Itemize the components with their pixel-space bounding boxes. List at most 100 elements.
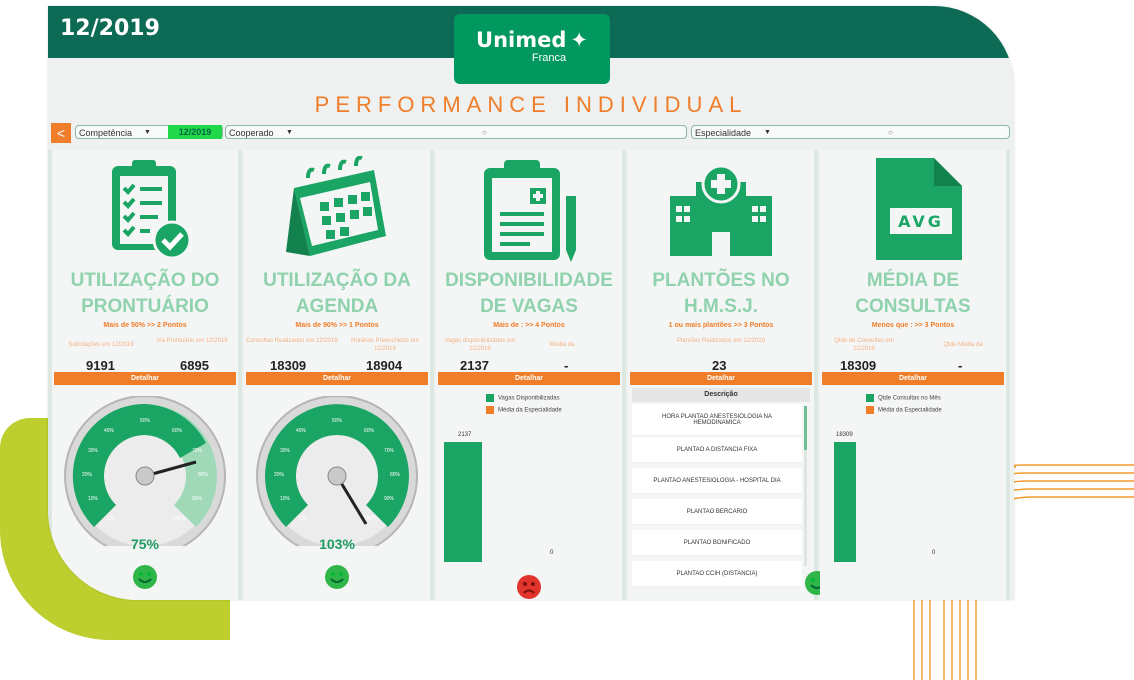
unimed-tree-icon: ✦ — [570, 28, 588, 52]
panel-media-consultas: AVG MÉDIA DE CONSULTAS Menos que : >> 3 P… — [820, 150, 1006, 600]
chevron-down-icon: ▼ — [286, 129, 293, 136]
panel-prontuario: UTILIZAÇÃO DO PRONTUÁRIO Mais de 50% >> 2… — [52, 150, 238, 600]
detail-button[interactable]: Detalhar — [54, 372, 236, 385]
competencia-label: Competência — [79, 128, 133, 138]
panel-separator — [238, 150, 242, 600]
panel-separator — [1006, 150, 1010, 600]
bar-value-label: 0 — [550, 550, 554, 556]
chart-legend-item: Média da Especialidade — [866, 406, 942, 414]
logo-city: Franca — [531, 52, 567, 64]
bar-value-label: 18309 — [836, 432, 853, 438]
table-scrollbar[interactable] — [804, 406, 807, 566]
svg-text:70%: 70% — [192, 448, 203, 454]
svg-text:0%: 0% — [300, 516, 308, 522]
avg-icon-text: AVG — [898, 212, 944, 231]
table-row[interactable]: PLANTAO A DISTANCIA FIXA — [632, 437, 802, 463]
panel-separator — [814, 150, 818, 600]
svg-text:20%: 20% — [274, 472, 285, 478]
metric-label: Qtde de Consultas em 12/2019 — [834, 338, 894, 352]
metric-label: Qtde Média da — [943, 342, 983, 348]
happy-face-icon — [325, 565, 349, 589]
svg-text:100%: 100% — [172, 516, 185, 522]
chart-legend-item: Média da Especialidade — [486, 406, 562, 414]
metric-value: 18309 — [270, 358, 307, 373]
panel-title: MÉDIA DE CONSULTAS — [855, 270, 971, 317]
clipboard-plus-icon — [484, 160, 576, 262]
panel-title: DISPONIBILIDADE DE VAGAS — [445, 270, 613, 317]
svg-text:60%: 60% — [364, 428, 375, 434]
detail-button[interactable]: Detalhar — [246, 372, 428, 385]
svg-text:70%: 70% — [384, 448, 395, 454]
period-label: 12/2019 — [60, 16, 160, 41]
panel-title: UTILIZAÇÃO DA AGENDA — [263, 270, 411, 317]
panel-vagas: DISPONIBILIDADE DE VAGAS Mais de : >> 4 P… — [436, 150, 622, 600]
cooperado-label: Cooperado — [229, 128, 274, 138]
logo-brand: Unimed — [476, 28, 567, 52]
dashboard-window: 12/2019 Unimed ✦ Franca PERFORMANCE INDIV… — [48, 6, 1014, 600]
detail-button[interactable]: Detalhar — [438, 372, 620, 385]
table-row[interactable]: PLANTAO BERCARIO — [632, 499, 802, 525]
table-row[interactable]: PLANTAO ANESTESIOLOGIA - HOSPITAL DIA — [632, 468, 802, 494]
svg-text:50%: 50% — [332, 418, 343, 424]
chart-bar — [444, 442, 482, 562]
metric-label: Média da — [549, 342, 575, 348]
metric-label: Via Prontuário em 12/2019 — [156, 338, 228, 344]
metric-value: 18309 — [840, 358, 877, 373]
bar-value-label: 0 — [932, 550, 936, 556]
svg-text:10%: 10% — [280, 496, 291, 502]
sad-face-icon — [517, 575, 541, 599]
scoring-rule: 1 ou mais plantões >> 3 Pontos — [668, 322, 774, 329]
chevron-down-icon: ▼ — [764, 129, 771, 136]
gauge-chart: 0% 10% 20% 30% 40% 50% 60% 70% 80% 90% 100% — [64, 396, 226, 546]
search-icon[interactable]: ○ — [888, 126, 893, 140]
metric-label: Vagas disponibilizadas em 12/2019 — [444, 338, 516, 352]
svg-text:30%: 30% — [88, 448, 99, 454]
calendar-icon — [286, 156, 386, 256]
metric-value: 18904 — [366, 358, 403, 373]
svg-text:90%: 90% — [384, 496, 395, 502]
search-icon[interactable]: ○ — [482, 126, 487, 140]
especialidade-filter[interactable]: Especialidade ▼ ○ — [691, 125, 1010, 139]
svg-text:20%: 20% — [82, 472, 93, 478]
svg-text:40%: 40% — [296, 428, 307, 434]
table-row[interactable]: PLANTAO BONIFICADO — [632, 530, 802, 556]
competencia-filter[interactable]: Competência ▼ 12/2019 — [75, 125, 223, 139]
clipboard-checklist-icon — [112, 160, 192, 260]
table-row[interactable]: HORA PLANTAO ANESTESIOLOGIA NA HEMODINAM… — [632, 404, 802, 436]
chevron-down-icon: ▼ — [144, 129, 151, 136]
unimed-logo: Unimed ✦ Franca — [454, 14, 610, 84]
detail-button[interactable]: Detalhar — [822, 372, 1004, 385]
gauge-percent: 75% — [130, 536, 160, 552]
happy-face-icon — [133, 565, 157, 589]
table-header[interactable]: Descrição — [632, 388, 810, 402]
gauge-chart: 0% 10% 20% 30% 40% 50% 60% 70% 80% 90% 100% — [256, 396, 418, 546]
scoring-rule: Mais de 50% >> 2 Pontos — [103, 322, 187, 329]
svg-text:60%: 60% — [172, 428, 183, 434]
competencia-value[interactable]: 12/2019 — [168, 125, 222, 139]
metric-label: Solicitações em 12/2019 — [68, 342, 134, 348]
cooperado-filter[interactable]: Cooperado ▼ ○ — [225, 125, 687, 139]
table-row[interactable]: PLANTAO CCIH (DISTANCIA) — [632, 561, 802, 587]
chart-bar — [834, 442, 856, 562]
especialidade-label: Especialidade — [695, 128, 752, 138]
chart-legend-item: Qtde Consultas no Mês — [866, 394, 941, 402]
metric-value: 6895 — [180, 358, 209, 373]
svg-text:80%: 80% — [198, 472, 209, 478]
metric-value: 9191 — [86, 358, 115, 373]
scoring-rule: Mais de : >> 4 Pontos — [493, 322, 565, 329]
hospital-icon — [670, 164, 772, 256]
metric-value: - — [564, 358, 569, 373]
svg-text:90%: 90% — [192, 496, 203, 502]
panel-title: UTILIZAÇÃO DO PRONTUÁRIO — [70, 270, 220, 317]
svg-text:50%: 50% — [140, 418, 151, 424]
svg-text:40%: 40% — [104, 428, 115, 434]
page-title: PERFORMANCE INDIVIDUAL — [314, 92, 748, 117]
panel-agenda: UTILIZAÇÃO DA AGENDA Mais de 90% >> 1 Pon… — [244, 150, 430, 600]
back-button[interactable]: < — [51, 123, 71, 143]
panel-plantoes: PLANTÕES NO H.M.S.J. 1 ou mais plantões >… — [628, 150, 829, 600]
svg-text:100%: 100% — [364, 516, 377, 522]
bar-value-label: 2137 — [458, 432, 472, 438]
detail-button[interactable]: Detalhar — [630, 372, 812, 385]
panel-title: PLANTÕES NO H.M.S.J. — [652, 270, 790, 317]
scoring-rule: Menos que : >> 3 Pontos — [871, 322, 955, 329]
